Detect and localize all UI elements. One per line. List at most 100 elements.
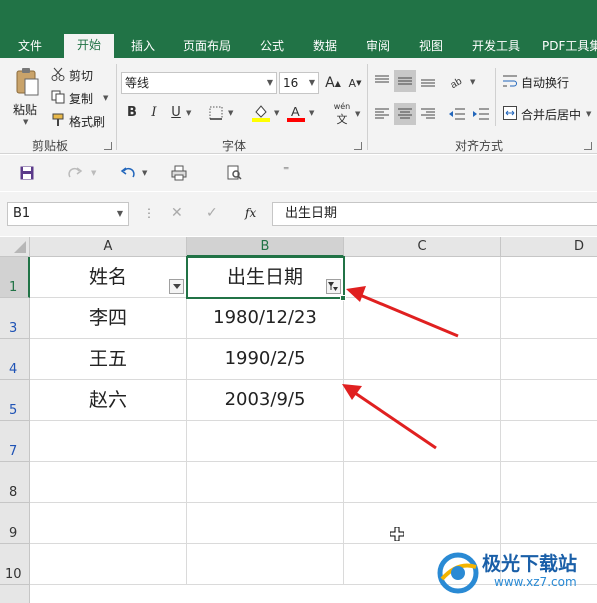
tab-formulas[interactable]: 公式: [252, 35, 292, 58]
save-icon[interactable]: [18, 164, 36, 182]
cell-c7[interactable]: [344, 421, 501, 462]
cell-a3[interactable]: 李四: [30, 298, 187, 339]
cell-b10[interactable]: [187, 544, 344, 585]
align-left-button[interactable]: [371, 103, 393, 125]
cell-c3[interactable]: [344, 298, 501, 339]
row-header-4[interactable]: 4: [0, 339, 30, 380]
name-box[interactable]: B1 ▼: [7, 202, 129, 226]
cell-b7[interactable]: [187, 421, 344, 462]
row-header-9[interactable]: 9: [0, 503, 30, 544]
cell-d5[interactable]: [501, 380, 597, 421]
row-header-10[interactable]: 10: [0, 544, 30, 585]
phonetic-dropdown-icon[interactable]: ▼: [355, 110, 360, 118]
redo-dropdown-icon[interactable]: ▼: [91, 169, 96, 177]
bold-button[interactable]: B: [121, 101, 143, 123]
underline-dropdown-icon[interactable]: ▼: [186, 109, 191, 117]
paste-label[interactable]: 粘贴: [13, 101, 37, 118]
decrease-indent-button[interactable]: [446, 103, 468, 125]
cell-a8[interactable]: [30, 462, 187, 503]
tab-page-layout[interactable]: 页面布局: [176, 35, 238, 58]
cell-a5[interactable]: 赵六: [30, 380, 187, 421]
font-launcher-icon[interactable]: [354, 142, 362, 150]
align-center-button[interactable]: [394, 103, 416, 125]
tab-review[interactable]: 审阅: [358, 35, 398, 58]
align-right-button[interactable]: [417, 103, 439, 125]
cell-a4[interactable]: 王五: [30, 339, 187, 380]
orientation-button[interactable]: ab: [447, 70, 469, 92]
cell-c4[interactable]: [344, 339, 501, 380]
cell-a9[interactable]: [30, 503, 187, 544]
tab-insert[interactable]: 插入: [122, 35, 164, 58]
undo-dropdown-icon[interactable]: ▼: [142, 169, 147, 177]
select-all-corner[interactable]: [0, 237, 30, 257]
copy-label[interactable]: 复制: [69, 90, 93, 107]
cell-b9[interactable]: [187, 503, 344, 544]
cell-b3[interactable]: 1980/12/23: [187, 298, 344, 339]
phonetic-icon[interactable]: wén 文: [330, 101, 354, 127]
cell-b4[interactable]: 1990/2/5: [187, 339, 344, 380]
wrap-text-icon[interactable]: [502, 73, 518, 89]
cut-label[interactable]: 剪切: [69, 67, 93, 84]
tab-view[interactable]: 视图: [411, 35, 451, 58]
borders-icon[interactable]: [208, 105, 224, 121]
font-name-combo[interactable]: 等线 ▼: [121, 72, 277, 94]
paste-icon[interactable]: [12, 66, 42, 98]
fill-color-dropdown-icon[interactable]: ▼: [274, 109, 279, 117]
cell-c9[interactable]: [344, 503, 501, 544]
column-header-b[interactable]: B: [187, 237, 344, 257]
cell-a1[interactable]: 姓名: [30, 257, 187, 298]
tab-data[interactable]: 数据: [305, 35, 345, 58]
cell-a10[interactable]: [30, 544, 187, 585]
paste-dropdown-icon[interactable]: ▼: [23, 118, 28, 126]
merge-center-label[interactable]: 合并后居中: [521, 106, 581, 123]
magnifier-icon[interactable]: [225, 163, 245, 183]
copy-dropdown-icon[interactable]: ▼: [103, 94, 108, 102]
row-header-7[interactable]: 7: [0, 421, 30, 462]
cell-a7[interactable]: [30, 421, 187, 462]
underline-button[interactable]: U: [165, 101, 187, 123]
cancel-formula-icon[interactable]: ✕: [171, 205, 183, 221]
cell-c5[interactable]: [344, 380, 501, 421]
column-header-c[interactable]: C: [344, 237, 501, 257]
column-header-d[interactable]: D: [501, 237, 597, 257]
cut-icon[interactable]: [50, 66, 66, 82]
cell-d9[interactable]: [501, 503, 597, 544]
cell-b5[interactable]: 2003/9/5: [187, 380, 344, 421]
formula-input[interactable]: 出生日期: [272, 202, 597, 226]
clipboard-launcher-icon[interactable]: [104, 142, 112, 150]
print-preview-icon[interactable]: [169, 163, 189, 183]
cell-d1[interactable]: [501, 257, 597, 298]
cell-c1[interactable]: [344, 257, 501, 298]
align-bottom-button[interactable]: [417, 70, 439, 92]
tab-home[interactable]: 开始: [64, 34, 114, 58]
orientation-dropdown-icon[interactable]: ▼: [470, 78, 475, 86]
format-painter-icon[interactable]: [50, 112, 66, 128]
insert-function-icon[interactable]: fx: [245, 206, 256, 220]
row-header-8[interactable]: 8: [0, 462, 30, 503]
wrap-text-label[interactable]: 自动换行: [521, 74, 569, 91]
fill-color-icon[interactable]: [251, 102, 271, 124]
filter-dropdown-a[interactable]: [169, 279, 184, 294]
cell-c8[interactable]: [344, 462, 501, 503]
font-color-dropdown-icon[interactable]: ▼: [309, 109, 314, 117]
align-middle-button[interactable]: [394, 70, 416, 92]
increase-indent-button[interactable]: [470, 103, 492, 125]
cell-d8[interactable]: [501, 462, 597, 503]
shrink-font-button[interactable]: A ▼: [344, 72, 366, 94]
confirm-formula-icon[interactable]: ✓: [206, 205, 218, 221]
tab-pdf-tools[interactable]: PDF工具集: [542, 35, 597, 58]
column-header-a[interactable]: A: [30, 237, 187, 257]
alignment-launcher-icon[interactable]: [584, 142, 592, 150]
fill-handle[interactable]: [340, 295, 346, 301]
cell-d3[interactable]: [501, 298, 597, 339]
cell-d7[interactable]: [501, 421, 597, 462]
format-painter-label[interactable]: 格式刷: [69, 113, 105, 130]
tab-file[interactable]: 文件: [8, 35, 52, 58]
tab-developer[interactable]: 开发工具: [464, 35, 528, 58]
cell-b8[interactable]: [187, 462, 344, 503]
align-top-button[interactable]: [371, 70, 393, 92]
merge-center-icon[interactable]: [502, 105, 518, 121]
font-size-combo[interactable]: 16 ▼: [279, 72, 319, 94]
row-header-5[interactable]: 5: [0, 380, 30, 421]
cell-d4[interactable]: [501, 339, 597, 380]
